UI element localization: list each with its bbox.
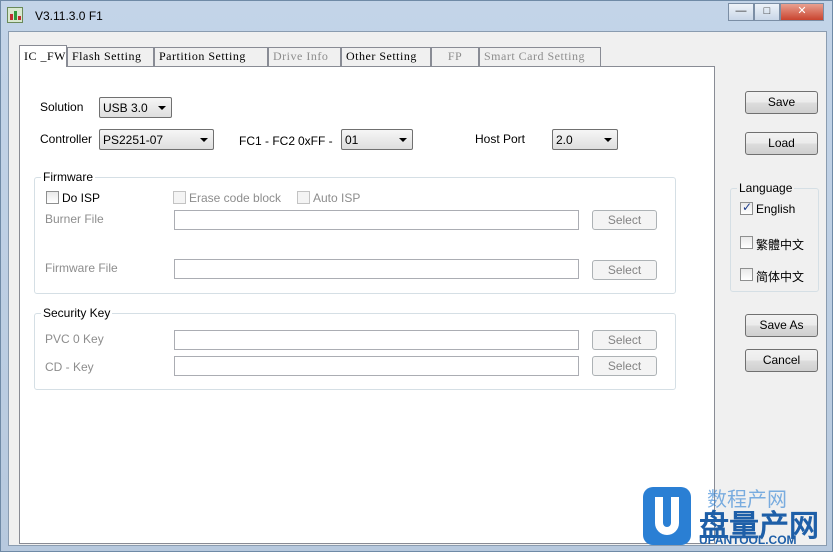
pvc-select-button[interactable]: Select	[592, 330, 657, 350]
close-icon: ✕	[797, 5, 807, 17]
pvc-key-label: PVC 0 Key	[45, 332, 104, 346]
chevron-down-icon	[200, 138, 208, 142]
traditional-chinese-checkbox[interactable]	[740, 236, 753, 249]
burner-select-button[interactable]: Select	[592, 210, 657, 230]
solution-select[interactable]: USB 3.0	[99, 97, 172, 118]
cd-select-button[interactable]: Select	[592, 356, 657, 376]
erase-code-checkbox[interactable]	[173, 191, 186, 204]
tab-partition-setting[interactable]: Partition Setting	[154, 47, 268, 66]
maximize-icon: □	[763, 5, 771, 17]
tab-smart-card-setting[interactable]: Smart Card Setting	[479, 47, 601, 66]
cancel-button[interactable]: Cancel	[745, 349, 818, 372]
firmware-file-input[interactable]	[174, 259, 579, 279]
cd-key-input[interactable]	[174, 356, 579, 376]
app-window: V3.11.3.0 F1 — □ ✕ IC _FW Flash Setting …	[0, 0, 833, 552]
burner-file-label: Burner File	[45, 212, 104, 226]
auto-isp-label: Auto ISP	[313, 191, 361, 205]
chevron-down-icon	[399, 138, 407, 142]
chevron-down-icon	[604, 138, 612, 142]
ic-fw-panel: Solution USB 3.0 Controller PS2251-07 FC…	[19, 66, 715, 544]
host-port-select[interactable]: 2.0	[552, 129, 618, 150]
controller-value: PS2251-07	[103, 133, 164, 147]
tab-drive-info[interactable]: Drive Info	[268, 47, 341, 66]
chevron-down-icon	[158, 106, 166, 110]
do-isp-checkbox[interactable]	[46, 191, 59, 204]
language-group: Language English 繁體中文 简体中文	[730, 181, 819, 292]
watermark-logo-icon	[643, 487, 691, 545]
minimize-icon: —	[735, 5, 747, 17]
firmware-group: Firmware Do ISP Erase code block Auto IS…	[34, 170, 676, 294]
watermark: 数程产网 盘量产网 UPANTOOL.COM	[641, 483, 831, 549]
cd-key-label: CD - Key	[45, 360, 94, 374]
save-as-button[interactable]: Save As	[745, 314, 818, 337]
auto-isp-checkbox[interactable]	[297, 191, 310, 204]
security-key-group: Security Key PVC 0 Key Select CD - Key S…	[34, 306, 676, 390]
load-button[interactable]: Load	[745, 132, 818, 155]
tab-other-setting[interactable]: Other Setting	[341, 47, 431, 66]
host-port-label: Host Port	[475, 132, 526, 146]
title-bar[interactable]: V3.11.3.0 F1 — □ ✕	[1, 1, 832, 31]
tab-flash-setting[interactable]: Flash Setting	[67, 47, 154, 66]
english-label: English	[756, 202, 796, 216]
minimize-button[interactable]: —	[728, 3, 754, 21]
controller-label: Controller	[40, 132, 93, 146]
security-key-caption: Security Key	[41, 306, 113, 320]
solution-value: USB 3.0	[103, 101, 148, 115]
solution-label: Solution	[40, 100, 84, 114]
watermark-url-text: UPANTOOL.COM	[699, 533, 797, 547]
close-button[interactable]: ✕	[780, 3, 824, 21]
traditional-chinese-label: 繁體中文	[756, 238, 805, 252]
tab-fp[interactable]: FP	[431, 47, 479, 66]
host-port-value: 2.0	[556, 133, 573, 147]
language-caption: Language	[737, 181, 795, 195]
do-isp-label: Do ISP	[62, 191, 101, 205]
tab-ic-fw[interactable]: IC _FW	[19, 45, 67, 67]
burner-file-input[interactable]	[174, 210, 579, 230]
client-area: IC _FW Flash Setting Partition Setting D…	[8, 31, 827, 546]
simplified-chinese-checkbox[interactable]	[740, 268, 753, 281]
firmware-select-button[interactable]: Select	[592, 260, 657, 280]
oxff-value: 01	[345, 133, 359, 147]
maximize-button[interactable]: □	[754, 3, 780, 21]
erase-code-label: Erase code block	[189, 191, 282, 205]
save-button[interactable]: Save	[745, 91, 818, 114]
oxff-label: 0xFF -	[298, 134, 333, 148]
firmware-file-label: Firmware File	[45, 261, 118, 275]
app-icon	[7, 7, 23, 23]
fc-label: FC1 - FC2	[239, 134, 296, 148]
controller-select[interactable]: PS2251-07	[99, 129, 214, 150]
firmware-caption: Firmware	[41, 170, 95, 184]
english-checkbox[interactable]	[740, 200, 753, 215]
simplified-chinese-label: 简体中文	[756, 270, 805, 284]
oxff-select[interactable]: 01	[341, 129, 413, 150]
window-title: V3.11.3.0 F1	[35, 9, 103, 23]
pvc-key-input[interactable]	[174, 330, 579, 350]
